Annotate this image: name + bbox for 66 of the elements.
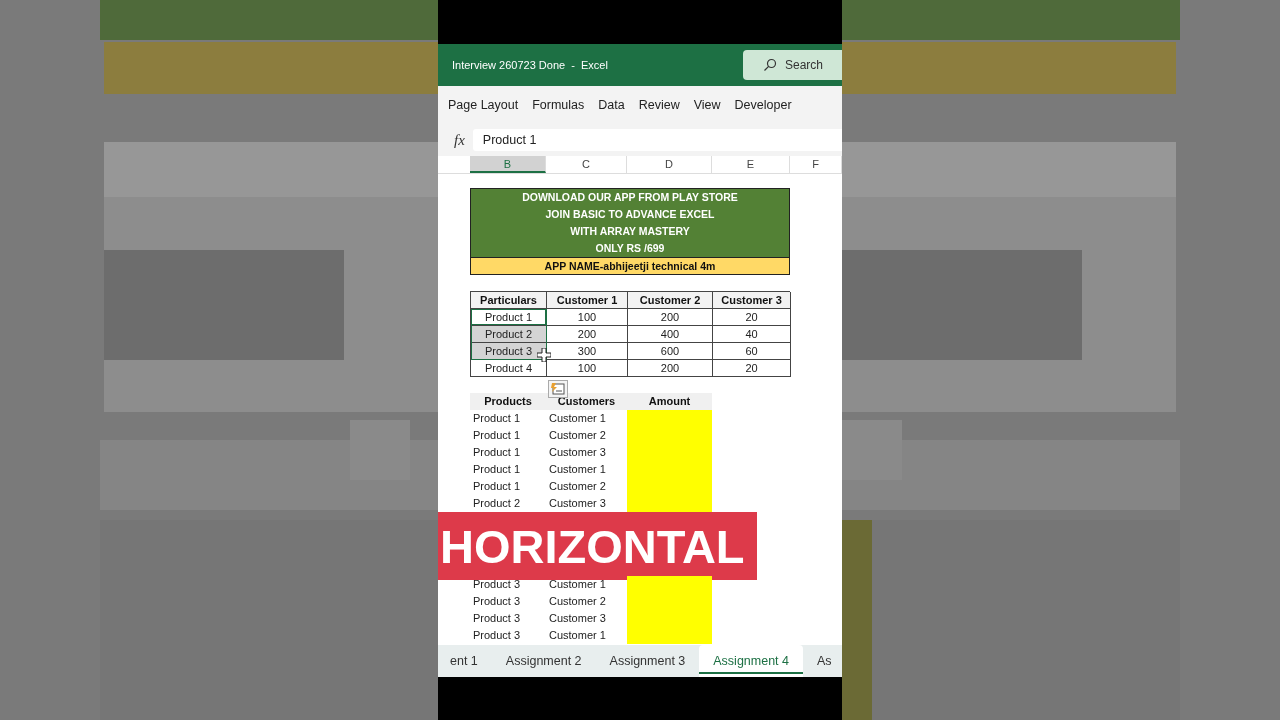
table-header: Customer 2 <box>628 292 713 309</box>
banner-text: WITH ARRAY MASTERY <box>569 224 691 239</box>
table-cell-text: Product 3 <box>472 628 522 643</box>
table-header: Customer 1 <box>547 292 628 309</box>
table-cell-text: Product 3 <box>472 577 522 592</box>
sheet-tab[interactable]: As <box>803 645 842 677</box>
table-cell: 200 <box>628 360 713 377</box>
column-header[interactable]: B <box>470 156 546 173</box>
sheet-tab[interactable]: Assignment 2 <box>491 645 596 677</box>
formula-field[interactable]: Product 1 <box>472 129 842 151</box>
table-cell: 60 <box>713 343 791 360</box>
table-cell: 600 <box>628 343 713 360</box>
table-cell-text: Product 2 <box>472 496 522 511</box>
table-cell-text: Product 3 <box>472 611 522 626</box>
table-cell-text: Customer 2 <box>548 594 607 609</box>
table-cell-text: Customer 1 <box>548 577 607 592</box>
search-field[interactable]: Search <box>743 50 842 80</box>
table-cell: 400 <box>628 326 713 343</box>
quick-analysis-icon[interactable] <box>548 380 568 398</box>
table-header: Particulars <box>471 292 547 309</box>
table-cell: 200 <box>547 326 628 343</box>
banner-text: ONLY RS /699 <box>594 241 666 256</box>
ribbon-tab[interactable]: Page Layout <box>448 98 519 112</box>
table-cell: 100 <box>547 360 628 377</box>
table-cell: 20 <box>713 360 791 377</box>
banner-text: DOWNLOAD OUR APP FROM PLAY STORE <box>521 190 739 205</box>
table-cell-text: Customer 3 <box>548 611 607 626</box>
table-header: Products <box>470 393 546 410</box>
cursor-icon <box>537 348 551 362</box>
table-header: Customers <box>546 393 627 410</box>
table-cell-text: Customer 1 <box>548 411 607 426</box>
app-name: APP NAME-abhijeetji technical 4m <box>471 257 789 274</box>
ribbon-tab[interactable]: Developer <box>734 98 792 112</box>
window-title: Interview 260723 Done - Excel <box>452 59 608 71</box>
table-header: Amount <box>627 393 712 410</box>
table-cell-text: Product 1 <box>472 428 522 443</box>
sheet-tab[interactable]: ent 1 <box>438 645 492 677</box>
table-cell-text: Product 1 <box>472 462 522 477</box>
caption-text: HORIZONTAL <box>439 518 745 574</box>
table-cell-text: Customer 2 <box>548 479 607 494</box>
sheet-tab[interactable]: Assignment 4 <box>699 645 803 677</box>
table-cell: 20 <box>713 309 791 326</box>
table-cell-text: Customer 1 <box>548 462 607 477</box>
table-cell-text: Customer 1 <box>548 628 607 643</box>
table-cell: 200 <box>628 309 713 326</box>
table-cell-text: Product 3 <box>472 594 522 609</box>
table-cell: 40 <box>713 326 791 343</box>
banner-text: JOIN BASIC TO ADVANCE EXCEL <box>544 207 716 222</box>
function-icon[interactable]: fx <box>454 131 465 149</box>
ribbon-tab[interactable]: Review <box>638 98 680 112</box>
table-cell: 300 <box>547 343 628 360</box>
table-cell-text: Product 1 <box>472 479 522 494</box>
table-cell-text: Customer 3 <box>548 445 607 460</box>
table-cell-text: Customer 3 <box>548 496 607 511</box>
table-cell: 100 <box>547 309 628 326</box>
ribbon-tab[interactable]: Data <box>598 98 625 112</box>
search-icon <box>763 58 777 72</box>
ribbon-tab[interactable]: Formulas <box>532 98 585 112</box>
ribbon-tab[interactable]: View <box>693 98 721 112</box>
table-cell-text: Customer 2 <box>548 428 607 443</box>
table-header: Customer 3 <box>713 292 791 309</box>
table-cell: Product 2 <box>471 326 547 343</box>
table-cell-text: Product 1 <box>472 445 522 460</box>
table-cell-text: Product 1 <box>472 411 522 426</box>
table-cell: Product 4 <box>471 360 547 377</box>
sheet-tab[interactable]: Assignment 3 <box>595 645 700 677</box>
